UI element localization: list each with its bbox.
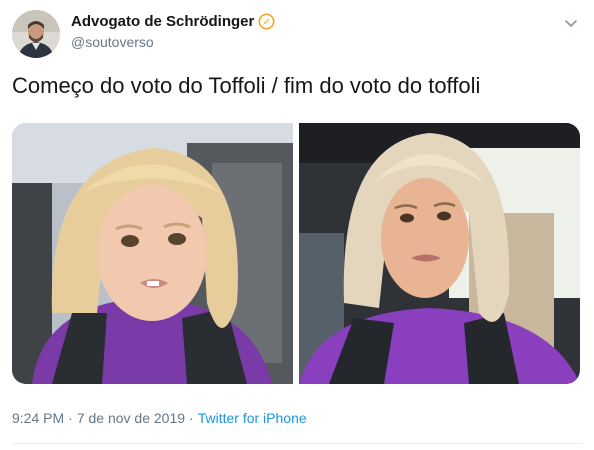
- tweet-card: Advogato de Schrödinger @soutoverso Come…: [0, 0, 594, 450]
- tweet-date[interactable]: 7 de nov de 2019: [77, 410, 185, 426]
- tweet-time[interactable]: 9:24 PM: [12, 410, 64, 426]
- tweet-photo-right[interactable]: [299, 123, 580, 384]
- tweet-meta: 9:24 PM · 7 de nov de 2019 · Twitter for…: [12, 410, 307, 426]
- display-name[interactable]: Advogato de Schrödinger: [71, 13, 254, 30]
- meta-separator: ·: [68, 410, 73, 426]
- meta-separator: ·: [189, 410, 194, 426]
- author-handle[interactable]: @soutoverso: [71, 34, 154, 50]
- tweet-text: Começo do voto do Toffoli / fim do voto …: [12, 73, 481, 98]
- divider: [12, 443, 582, 444]
- avatar[interactable]: [12, 10, 60, 58]
- author-name-row: Advogato de Schrödinger: [71, 13, 275, 30]
- tweet-source-link[interactable]: Twitter for iPhone: [198, 410, 307, 426]
- tweet-photo-left[interactable]: [12, 123, 293, 384]
- compass-icon: [258, 13, 275, 30]
- chevron-down-icon[interactable]: [562, 14, 580, 32]
- tweet-media: [12, 123, 580, 384]
